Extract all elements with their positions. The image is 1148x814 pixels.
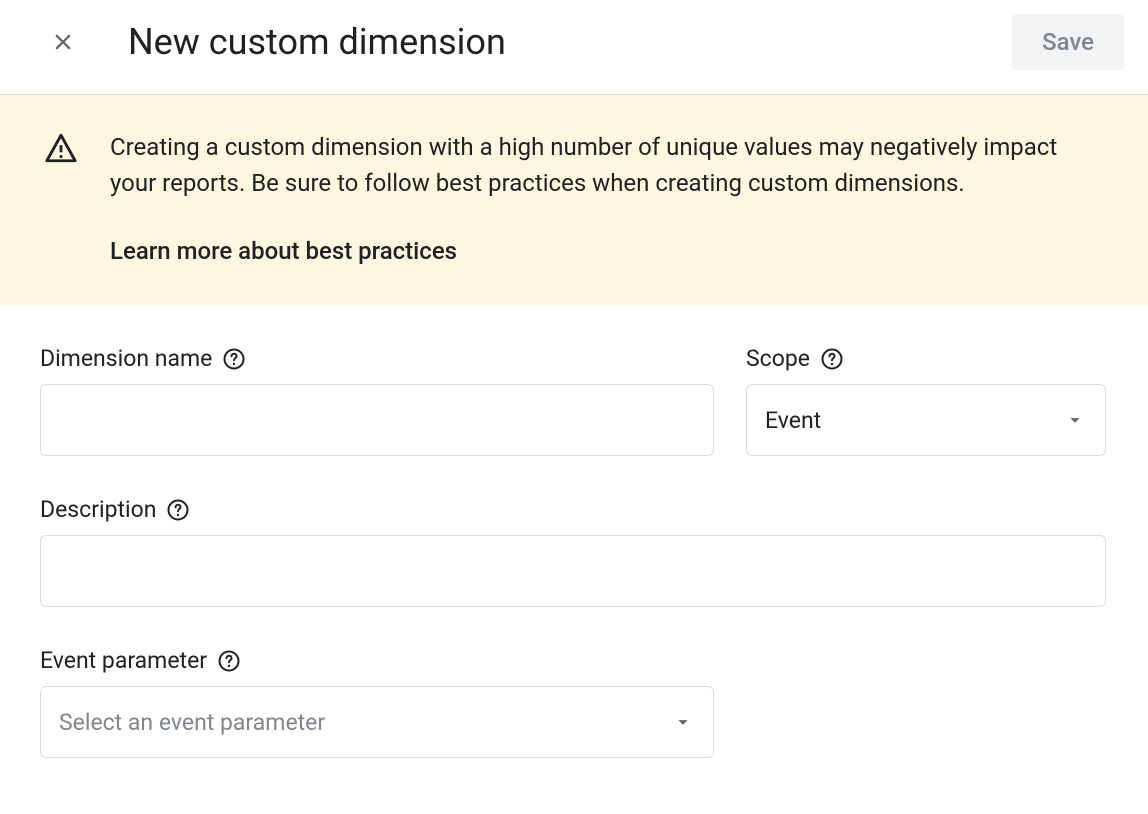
description-label: Description: [40, 496, 156, 523]
dimension-name-group: Dimension name: [40, 345, 714, 456]
form-row-1: Dimension name Scope Event: [40, 345, 1108, 456]
event-parameter-group: Event parameter Select an event paramete…: [40, 647, 714, 758]
description-group: Description: [40, 496, 1106, 607]
help-icon[interactable]: [820, 347, 844, 371]
form-row-3: Event parameter Select an event paramete…: [40, 647, 1108, 758]
warning-icon: [44, 131, 78, 169]
banner-text: Creating a custom dimension with a high …: [110, 129, 1070, 201]
label-row: Event parameter: [40, 647, 714, 674]
label-row: Description: [40, 496, 1106, 523]
scope-group: Scope Event: [746, 345, 1106, 456]
form-row-2: Description: [40, 496, 1108, 607]
warning-banner: Creating a custom dimension with a high …: [0, 95, 1148, 305]
save-button[interactable]: Save: [1012, 14, 1124, 70]
dialog-header: New custom dimension Save: [0, 0, 1148, 95]
event-parameter-select[interactable]: Select an event parameter: [40, 686, 714, 758]
close-icon[interactable]: [50, 29, 76, 55]
help-icon[interactable]: [166, 498, 190, 522]
scope-select[interactable]: Event: [746, 384, 1106, 456]
dialog-title: New custom dimension: [128, 21, 1012, 63]
event-parameter-select-wrap: Select an event parameter: [40, 686, 714, 758]
description-input[interactable]: [40, 535, 1106, 607]
banner-content: Creating a custom dimension with a high …: [110, 129, 1108, 265]
dimension-name-label: Dimension name: [40, 345, 212, 372]
help-icon[interactable]: [217, 649, 241, 673]
best-practices-link[interactable]: Learn more about best practices: [110, 237, 457, 265]
label-row: Dimension name: [40, 345, 714, 372]
help-icon[interactable]: [222, 347, 246, 371]
scope-label: Scope: [746, 345, 810, 372]
event-parameter-label: Event parameter: [40, 647, 207, 674]
scope-select-wrap: Event: [746, 384, 1106, 456]
label-row: Scope: [746, 345, 1106, 372]
form-area: Dimension name Scope Event: [0, 305, 1148, 798]
dimension-name-input[interactable]: [40, 384, 714, 456]
